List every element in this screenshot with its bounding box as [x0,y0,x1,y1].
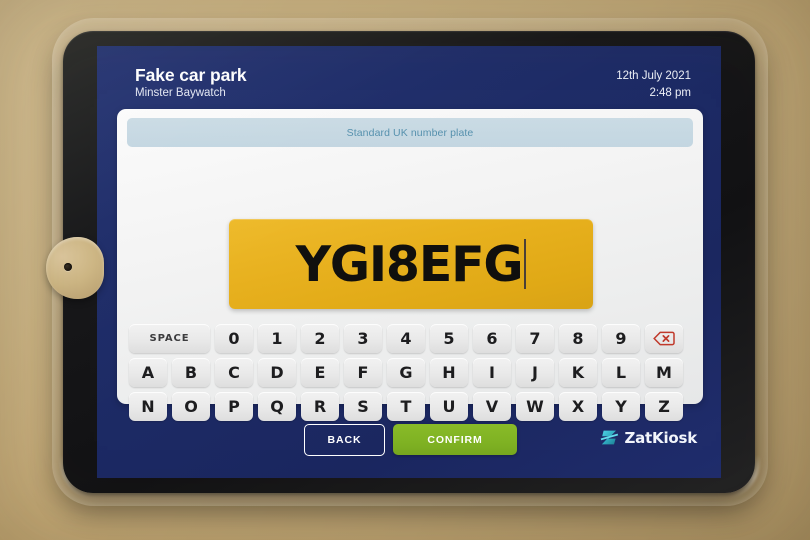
key-l[interactable]: L [602,358,640,387]
site-subtitle: Minster Baywatch [135,87,226,100]
confirm-button[interactable]: CONFIRM [393,424,517,455]
zatkiosk-z-mark [601,430,619,445]
key-7[interactable]: 7 [516,324,554,353]
key-8[interactable]: 8 [559,324,597,353]
tablet-screen: Fake car park Minster Baywatch 12th July… [97,46,721,478]
key-1[interactable]: 1 [258,324,296,353]
key-3[interactable]: 3 [344,324,382,353]
key-0[interactable]: 0 [215,324,253,353]
entry-panel: Standard UK number plate YGI8EFG SPACE 0 1… [117,109,703,421]
key-6[interactable]: 6 [473,324,511,353]
plate-format-hint: Standard UK number plate [127,118,693,147]
key-2[interactable]: 2 [301,324,339,353]
brand-name-label: ZatKiosk [624,428,697,447]
plate-format-hint-label: Standard UK number plate [346,126,474,139]
current-date: 12th July 2021 [616,70,691,82]
wall-mount-bracket [46,237,104,299]
tablet-device: Fake car park Minster Baywatch 12th July… [63,31,755,493]
key-4[interactable]: 4 [387,324,425,353]
brand-logo: ZatKiosk [600,428,697,447]
action-footer: BACK CONFIRM ZatKiosk [97,412,721,478]
key-g[interactable]: G [387,358,425,387]
key-e[interactable]: E [301,358,339,387]
key-5[interactable]: 5 [430,324,468,353]
key-m[interactable]: M [645,358,683,387]
key-space[interactable]: SPACE [129,324,210,353]
key-f[interactable]: F [344,358,382,387]
number-plate-input[interactable]: YGI8EFG [229,219,593,309]
plate-value: YGI8EFG [295,235,524,293]
key-9[interactable]: 9 [602,324,640,353]
key-j[interactable]: J [516,358,554,387]
key-k[interactable]: K [559,358,597,387]
text-caret [524,239,527,289]
keyboard-row-2: ABCDEFGHIJKLM [129,358,691,387]
mount-screw-hole [64,263,72,271]
key-a[interactable]: A [129,358,167,387]
key-backspace[interactable] [645,324,683,353]
key-i[interactable]: I [473,358,511,387]
key-d[interactable]: D [258,358,296,387]
app-header: Fake car park Minster Baywatch 12th July… [97,46,721,108]
header-right-group: 12th July 2021 2:48 pm [616,68,691,101]
page-title: Fake car park [135,65,247,85]
photo-scene: Fake car park Minster Baywatch 12th July… [0,0,810,540]
key-c[interactable]: C [215,358,253,387]
current-time: 2:48 pm [649,86,691,99]
key-b[interactable]: B [172,358,210,387]
back-button[interactable]: BACK [304,424,385,456]
header-left-group: Fake car park Minster Baywatch [135,65,247,101]
backspace-icon [653,331,675,346]
keyboard-row-1: SPACE 0 1 2 3 4 5 6 7 8 9 [129,324,691,353]
key-h[interactable]: H [430,358,468,387]
on-screen-keyboard[interactable]: SPACE 0 1 2 3 4 5 6 7 8 9 A B C D E F G H I J K L M N O P Q R S T U V W X Y… [129,324,691,426]
